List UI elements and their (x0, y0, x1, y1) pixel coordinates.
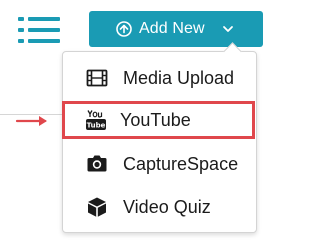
add-new-dropdown-menu: Media Upload Tube YouTube CaptureSpace V… (62, 42, 257, 233)
youtube-icon: Tube (86, 110, 106, 130)
film-icon (86, 69, 108, 87)
add-new-label: Add New (139, 20, 205, 37)
arrow-right-icon (15, 116, 47, 126)
menu-item-capturespace[interactable]: CaptureSpace (64, 145, 255, 183)
list-icon[interactable] (18, 15, 62, 45)
menu-item-label: Video Quiz (123, 196, 211, 217)
menu-item-label: CaptureSpace (123, 153, 239, 174)
add-new-button[interactable]: Add New (89, 11, 263, 47)
menu-item-label: Media Upload (123, 67, 235, 88)
menu-item-video-quiz[interactable]: Video Quiz (64, 188, 255, 226)
svg-text:Tube: Tube (87, 122, 106, 130)
camera-icon (87, 155, 107, 172)
menu-item-media-upload[interactable]: Media Upload (64, 59, 255, 97)
chevron-down-icon (223, 26, 233, 32)
menu-item-youtube[interactable]: Tube YouTube (62, 101, 255, 139)
plus-circle-icon (116, 21, 132, 37)
menu-item-label: YouTube (120, 109, 191, 130)
cube-icon (88, 197, 106, 217)
